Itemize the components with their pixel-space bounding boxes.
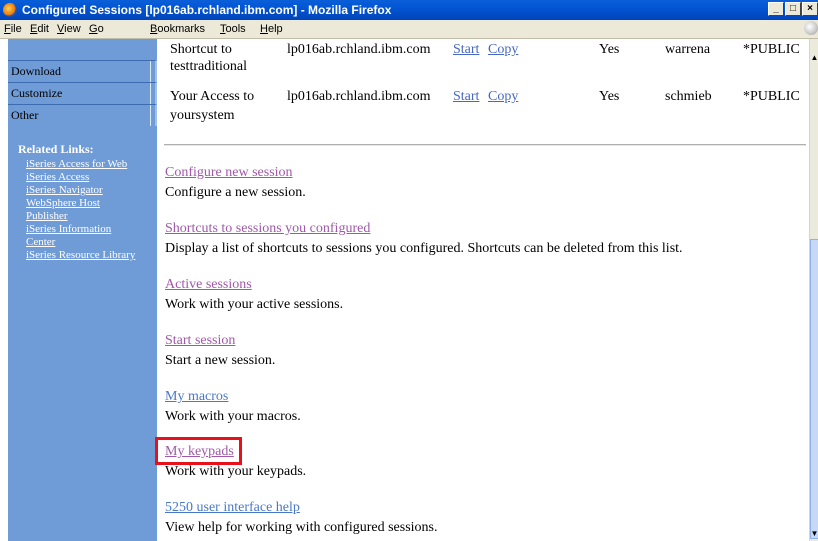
related-link-iseries-access-web[interactable]: iSeries Access for Web bbox=[26, 158, 156, 171]
window-controls: _ □ × bbox=[768, 2, 818, 16]
related-link-websphere-host[interactable]: WebSphere Host bbox=[26, 197, 156, 210]
related-link-iseries-access[interactable]: iSeries Access bbox=[26, 171, 156, 184]
help-link[interactable]: 5250 user interface help bbox=[165, 500, 300, 516]
menu-help[interactable]: Help bbox=[260, 23, 283, 35]
help-desc: View help for working with configured se… bbox=[165, 520, 438, 535]
related-links-heading: Related Links: bbox=[18, 142, 94, 156]
sidebar-tab-customize[interactable]: Customize bbox=[8, 82, 157, 104]
related-link-iseries-navigator[interactable]: iSeries Navigator bbox=[26, 184, 156, 197]
start-link[interactable]: Start bbox=[453, 89, 479, 105]
shared-value: Yes bbox=[599, 42, 620, 57]
start-session-link[interactable]: Start session bbox=[165, 333, 235, 349]
menu-view[interactable]: View bbox=[57, 23, 81, 35]
related-link-iseries-resource-library[interactable]: iSeries Resource Library bbox=[26, 249, 156, 262]
maximize-button[interactable]: □ bbox=[785, 2, 801, 16]
highlight-box bbox=[155, 437, 242, 465]
menu-tools[interactable]: Tools bbox=[220, 23, 246, 35]
active-sessions-desc: Work with your active sessions. bbox=[165, 297, 344, 312]
related-link-center[interactable]: Center bbox=[26, 236, 156, 249]
configure-new-session-desc: Configure a new session. bbox=[165, 185, 306, 200]
start-session-desc: Start a new session. bbox=[165, 353, 276, 368]
owner-value: warrena bbox=[665, 42, 711, 57]
related-link-publisher[interactable]: Publisher bbox=[26, 210, 156, 223]
session-name-line2: yoursystem bbox=[170, 108, 235, 123]
copy-link[interactable]: Copy bbox=[488, 42, 518, 58]
copy-link[interactable]: Copy bbox=[488, 89, 518, 105]
menu-bar: File Edit View Go Bookmarks Tools Help bbox=[0, 20, 818, 39]
owner-value: schmieb bbox=[665, 89, 712, 104]
active-sessions-link[interactable]: Active sessions bbox=[165, 277, 252, 293]
scroll-down-arrow-icon[interactable]: ▼ bbox=[810, 527, 818, 541]
main-panel: Shortcut to testtraditional lp016ab.rchl… bbox=[157, 39, 809, 541]
menu-file[interactable]: File bbox=[4, 23, 22, 35]
shortcuts-link[interactable]: Shortcuts to sessions you configured bbox=[165, 221, 370, 237]
session-host: lp016ab.rchland.ibm.com bbox=[287, 89, 431, 104]
firefox-icon bbox=[3, 3, 17, 17]
start-link[interactable]: Start bbox=[453, 42, 479, 58]
page-content: Download Customize Other Related Links: … bbox=[0, 39, 809, 541]
close-button[interactable]: × bbox=[802, 2, 818, 16]
session-host: lp016ab.rchland.ibm.com bbox=[287, 42, 431, 57]
sidebar-tab-download[interactable]: Download bbox=[8, 60, 157, 82]
shared-value: Yes bbox=[599, 89, 620, 104]
access-value: *PUBLIC bbox=[743, 42, 800, 57]
my-macros-desc: Work with your macros. bbox=[165, 409, 301, 424]
minimize-button[interactable]: _ bbox=[768, 2, 784, 16]
session-name-line2: testtraditional bbox=[170, 59, 247, 74]
sidebar-tab-other[interactable]: Other bbox=[8, 104, 157, 126]
throbber-icon bbox=[804, 21, 818, 35]
menu-bookmarks[interactable]: Bookmarks bbox=[150, 23, 205, 35]
menu-edit[interactable]: Edit bbox=[30, 23, 49, 35]
access-value: *PUBLIC bbox=[743, 89, 800, 104]
my-keypads-desc: Work with your keypads. bbox=[165, 464, 307, 479]
shortcuts-desc: Display a list of shortcuts to sessions … bbox=[165, 241, 683, 256]
window-title: Configured Sessions [lp016ab.rchland.ibm… bbox=[22, 3, 392, 17]
divider bbox=[164, 144, 806, 146]
related-link-iseries-information[interactable]: iSeries Information bbox=[26, 223, 156, 236]
session-name: Shortcut to bbox=[170, 42, 232, 57]
configure-new-session-link[interactable]: Configure new session bbox=[165, 165, 293, 181]
vertical-scrollbar[interactable]: ▲ ▼ bbox=[809, 39, 818, 541]
my-macros-link[interactable]: My macros bbox=[165, 389, 228, 405]
scroll-up-arrow-icon[interactable]: ▲ bbox=[810, 51, 818, 65]
sidebar: Download Customize Other Related Links: … bbox=[8, 39, 157, 541]
window-title-bar[interactable]: Configured Sessions [lp016ab.rchland.ibm… bbox=[0, 0, 818, 20]
related-links-list: iSeries Access for Web iSeries Access iS… bbox=[26, 158, 156, 262]
scroll-thumb[interactable] bbox=[810, 239, 818, 539]
menu-go[interactable]: Go bbox=[89, 23, 104, 35]
session-name: Your Access to bbox=[170, 89, 255, 104]
